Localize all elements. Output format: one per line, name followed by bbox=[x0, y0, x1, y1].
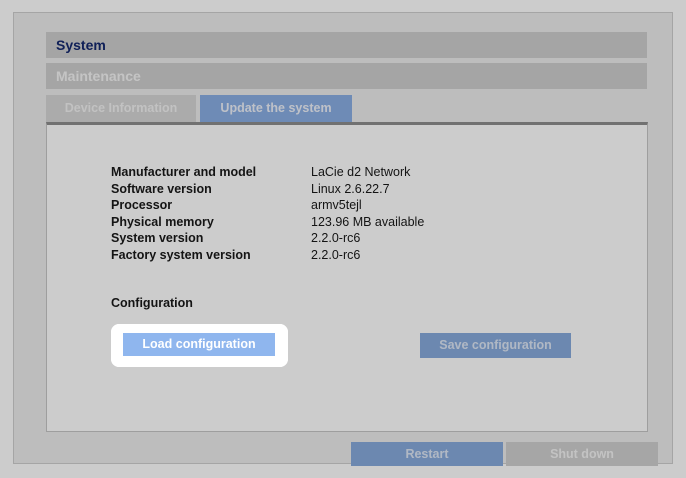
subsection-title-bar: Maintenance bbox=[46, 63, 647, 89]
tab-update-system[interactable]: Update the system bbox=[200, 95, 352, 122]
info-label: Processor bbox=[111, 198, 173, 213]
info-label: Software version bbox=[111, 181, 212, 196]
section-title-bar: System bbox=[46, 32, 647, 58]
restart-button[interactable]: Restart bbox=[351, 442, 503, 466]
info-value: 2.2.0-rc6 bbox=[311, 231, 361, 246]
shut-down-button[interactable]: Shut down bbox=[506, 442, 658, 466]
load-configuration-button[interactable]: Load configuration bbox=[123, 333, 275, 356]
tab-device-information[interactable]: Device Information bbox=[46, 95, 196, 122]
info-value: Linux 2.6.22.7 bbox=[311, 181, 390, 196]
configuration-heading: Configuration bbox=[111, 296, 193, 310]
info-label: System version bbox=[111, 231, 204, 246]
info-value: LaCie d2 Network bbox=[311, 165, 411, 179]
section-title: System bbox=[56, 37, 106, 53]
subsection-title: Maintenance bbox=[56, 68, 141, 84]
info-label: Physical memory bbox=[111, 214, 214, 229]
save-configuration-button[interactable]: Save configuration bbox=[420, 333, 571, 358]
info-value: armv5tejl bbox=[311, 198, 362, 213]
info-label: Manufacturer and model bbox=[111, 165, 257, 179]
info-value: 2.2.0-rc6 bbox=[311, 247, 361, 262]
info-label: Factory system version bbox=[111, 247, 251, 262]
info-value: 123.96 MB available bbox=[311, 214, 425, 229]
